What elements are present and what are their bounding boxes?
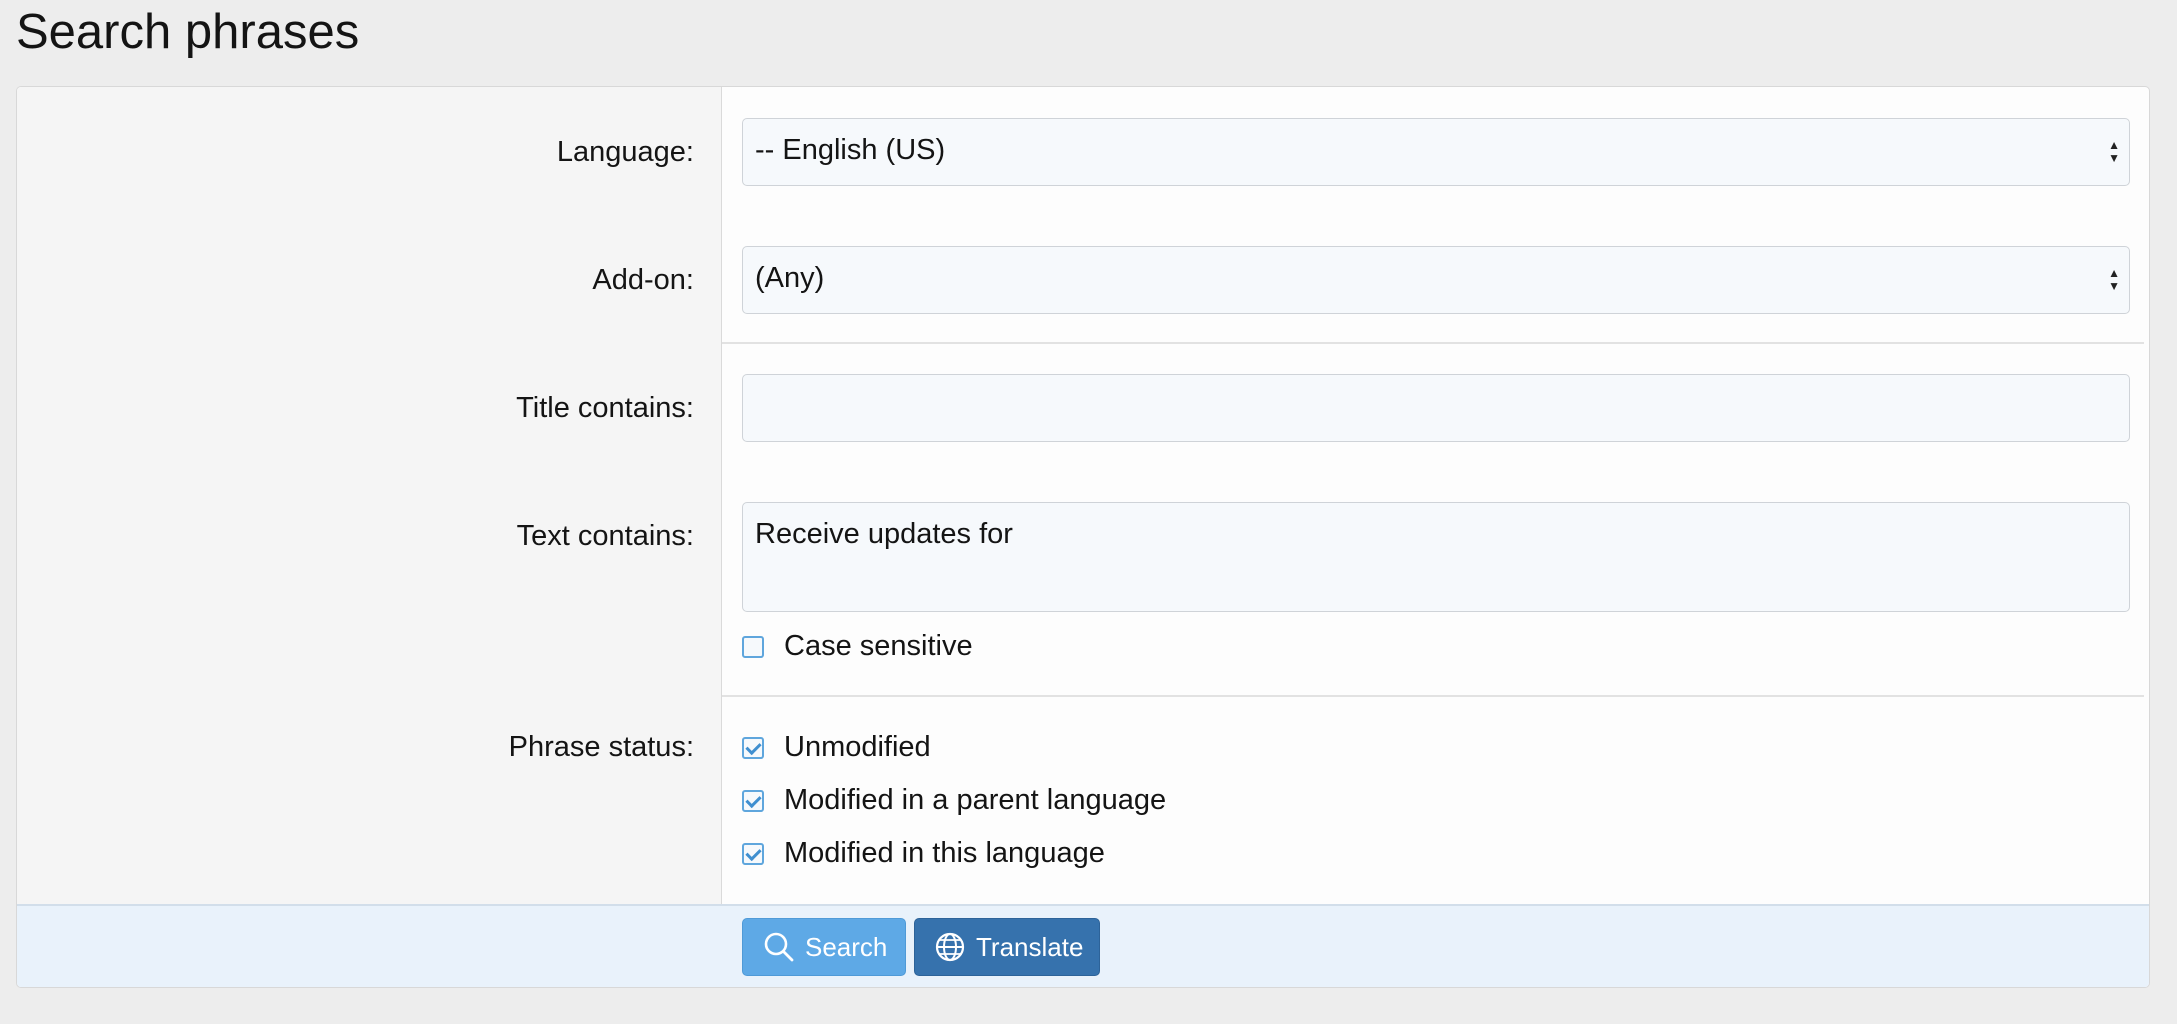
status-unmodified-label: Unmodified: [784, 731, 931, 763]
globe-icon: [935, 932, 965, 962]
text-contains-label: Text contains:: [516, 520, 694, 552]
language-select-value: -- English (US): [755, 134, 946, 166]
addon-label: Add-on:: [592, 264, 694, 296]
status-modified-parent-option[interactable]: Modified in a parent language: [742, 784, 1166, 817]
label-column: [17, 87, 722, 904]
status-modified-this-label: Modified in this language: [784, 837, 1105, 869]
language-label: Language:: [556, 136, 694, 168]
select-arrows-icon: ▲ ▼: [2108, 266, 2120, 293]
form-footer: Search Translate: [17, 904, 2149, 987]
section-divider: [722, 695, 2144, 697]
case-sensitive-label: Case sensitive: [784, 630, 973, 662]
case-sensitive-option[interactable]: Case sensitive: [742, 630, 973, 663]
search-button[interactable]: Search: [742, 918, 906, 976]
status-unmodified-checkbox[interactable]: [742, 736, 764, 759]
text-contains-value: Receive updates for: [755, 518, 1013, 550]
search-form-panel: Language: -- English (US) ▲ ▼ Add-on: (An…: [16, 86, 2150, 988]
search-icon: [764, 932, 794, 962]
addon-select[interactable]: (Any) ▲ ▼: [742, 246, 2130, 314]
status-modified-this-option[interactable]: Modified in this language: [742, 837, 1105, 870]
search-button-label: Search: [805, 931, 888, 962]
page-title: Search phrases: [16, 5, 360, 59]
status-modified-parent-label: Modified in a parent language: [784, 784, 1167, 816]
addon-select-value: (Any): [755, 262, 825, 294]
phrase-status-label: Phrase status:: [508, 731, 694, 763]
title-contains-label: Title contains:: [516, 392, 694, 424]
title-contains-input[interactable]: [742, 374, 2130, 442]
translate-button[interactable]: Translate: [914, 918, 1100, 976]
status-modified-parent-checkbox[interactable]: [742, 789, 764, 812]
section-divider: [722, 342, 2144, 344]
select-arrows-icon: ▲ ▼: [2108, 138, 2120, 165]
status-modified-this-checkbox[interactable]: [742, 842, 764, 865]
text-contains-textarea[interactable]: Receive updates for: [742, 502, 2130, 612]
language-select[interactable]: -- English (US) ▲ ▼: [742, 118, 2130, 186]
case-sensitive-checkbox[interactable]: [742, 635, 764, 658]
translate-button-label: Translate: [976, 931, 1084, 962]
status-unmodified-option[interactable]: Unmodified: [742, 731, 931, 764]
